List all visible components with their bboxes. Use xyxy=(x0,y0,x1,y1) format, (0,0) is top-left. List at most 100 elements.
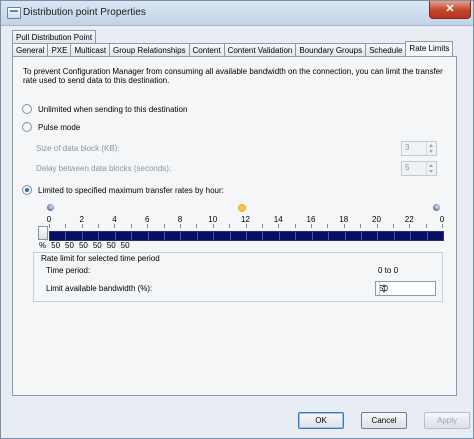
tab-group-relationships[interactable]: Group Relationships xyxy=(109,43,190,57)
tab-pxe[interactable]: PXE xyxy=(47,43,72,57)
hour-tick xyxy=(196,224,198,228)
hour-label: 8 xyxy=(177,215,183,224)
hour-cell[interactable] xyxy=(214,232,231,240)
bandwidth-spinner-arrows-icon[interactable] xyxy=(379,282,389,295)
hour-cell[interactable] xyxy=(313,232,330,240)
tab-row-top: Pull Distribution Point xyxy=(12,30,97,44)
hour-tick xyxy=(49,224,50,228)
hour-tick xyxy=(147,224,149,228)
percent-value: 50 xyxy=(78,241,88,250)
tab-pull-distribution-point[interactable]: Pull Distribution Point xyxy=(12,30,97,44)
option-pulse[interactable]: Pulse mode xyxy=(22,122,80,132)
hour-cell[interactable] xyxy=(165,232,182,240)
title-bar: Distribution point Properties ✕ xyxy=(1,1,473,26)
percent-value: 50 xyxy=(120,241,130,250)
unlimited-label: Unlimited when sending to this destinati… xyxy=(38,104,188,114)
hour-cell[interactable] xyxy=(247,232,264,240)
hour-cell[interactable] xyxy=(149,232,165,240)
hour-tick xyxy=(212,224,214,228)
tab-boundary-groups[interactable]: Boundary Groups xyxy=(295,43,367,57)
hour-cell[interactable] xyxy=(50,232,67,240)
rate-limit-group-title: Rate limit for selected time period xyxy=(39,254,162,263)
hour-tick xyxy=(294,224,296,228)
tab-general[interactable]: General xyxy=(12,43,49,57)
hour-cell[interactable] xyxy=(263,232,280,240)
hourly-schedule-bar[interactable] xyxy=(49,231,444,241)
hour-cell[interactable] xyxy=(198,232,215,240)
properties-window: Distribution point Properties ✕ Pull Dis… xyxy=(0,0,474,439)
tab-rate-limits[interactable]: Rate Limits xyxy=(405,41,454,57)
hour-label: 0 xyxy=(46,215,52,224)
spinner-arrows-icon xyxy=(426,162,436,175)
hour-cell[interactable] xyxy=(66,232,83,240)
hour-cell[interactable] xyxy=(378,232,395,240)
hour-tick xyxy=(409,224,411,228)
cancel-button[interactable]: Cancel xyxy=(361,412,407,429)
limited-label: Limited to specified maximum transfer ra… xyxy=(38,185,224,195)
hour-cell[interactable] xyxy=(99,232,116,240)
rate-limits-panel: To prevent Configuration Manager from co… xyxy=(12,56,457,396)
hour-cell[interactable] xyxy=(296,232,313,240)
hour-cell[interactable] xyxy=(362,232,379,240)
hour-cell[interactable] xyxy=(411,232,428,240)
hour-label: 22 xyxy=(404,215,414,224)
hour-label: 14 xyxy=(273,215,283,224)
hour-label: 20 xyxy=(372,215,381,224)
time-period-value: 0 to 0 xyxy=(378,266,399,275)
delay-spinner: 5 xyxy=(401,161,437,176)
tab-multicast[interactable]: Multicast xyxy=(70,43,111,57)
block-size-value: 3 xyxy=(405,143,410,152)
hour-cell[interactable] xyxy=(329,232,346,240)
hour-cell[interactable] xyxy=(346,232,363,240)
percent-symbol: % xyxy=(39,241,47,250)
percent-value: 50 xyxy=(92,241,102,250)
schedule-slider-handle[interactable] xyxy=(38,226,48,240)
tab-content-validation[interactable]: Content Validation xyxy=(223,43,297,57)
hour-cell[interactable] xyxy=(116,232,133,240)
tab-content[interactable]: Content xyxy=(188,43,225,57)
hour-tick xyxy=(343,224,345,228)
tab-schedule[interactable]: Schedule xyxy=(365,43,407,57)
hour-cell[interactable] xyxy=(428,232,443,240)
hour-tick xyxy=(360,224,362,228)
hour-cell[interactable] xyxy=(132,232,149,240)
hour-tick xyxy=(245,224,247,228)
window-app-icon xyxy=(7,7,21,19)
option-limited[interactable]: Limited to specified maximum transfer ra… xyxy=(22,185,224,195)
hour-tick xyxy=(114,224,116,228)
delay-label: Delay between data blocks (seconds): xyxy=(36,164,172,173)
block-size-spinner: 3 xyxy=(401,141,437,156)
hour-cell[interactable] xyxy=(83,232,100,240)
percent-value: 50 xyxy=(106,241,116,250)
sun-icon xyxy=(238,204,246,212)
ok-button[interactable]: OK xyxy=(298,412,344,429)
hour-cell[interactable] xyxy=(231,232,248,240)
pulse-radio[interactable] xyxy=(22,122,32,132)
hour-cell[interactable] xyxy=(395,232,412,240)
hour-cell[interactable] xyxy=(280,232,297,240)
percent-value: 50 xyxy=(51,241,61,250)
spinner-arrows-icon xyxy=(426,142,436,155)
hour-tick xyxy=(229,224,231,228)
hour-ticks xyxy=(49,224,443,229)
hour-tick xyxy=(98,224,100,228)
hour-tick xyxy=(376,224,378,228)
hour-label: 2 xyxy=(79,215,84,224)
apply-button[interactable]: Apply xyxy=(424,412,470,429)
unlimited-radio[interactable] xyxy=(22,104,32,114)
percent-row: % 50 50 50 50 50 50 xyxy=(39,241,135,250)
hour-tick xyxy=(278,224,280,228)
hour-tick xyxy=(163,224,165,228)
hour-tick xyxy=(261,224,263,228)
hour-tick xyxy=(392,224,394,228)
limited-radio[interactable] xyxy=(22,185,32,195)
hour-tick xyxy=(81,224,83,228)
hour-label: 4 xyxy=(112,215,117,224)
hour-tick xyxy=(310,224,312,228)
close-button[interactable]: ✕ xyxy=(429,1,471,19)
hour-cell[interactable] xyxy=(181,232,198,240)
option-unlimited[interactable]: Unlimited when sending to this destinati… xyxy=(22,104,187,114)
tab-row-bottom: General PXE Multicast Group Relationship… xyxy=(12,41,454,57)
window-title: Distribution point Properties xyxy=(23,7,146,18)
bandwidth-input[interactable]: 50 xyxy=(375,281,436,296)
